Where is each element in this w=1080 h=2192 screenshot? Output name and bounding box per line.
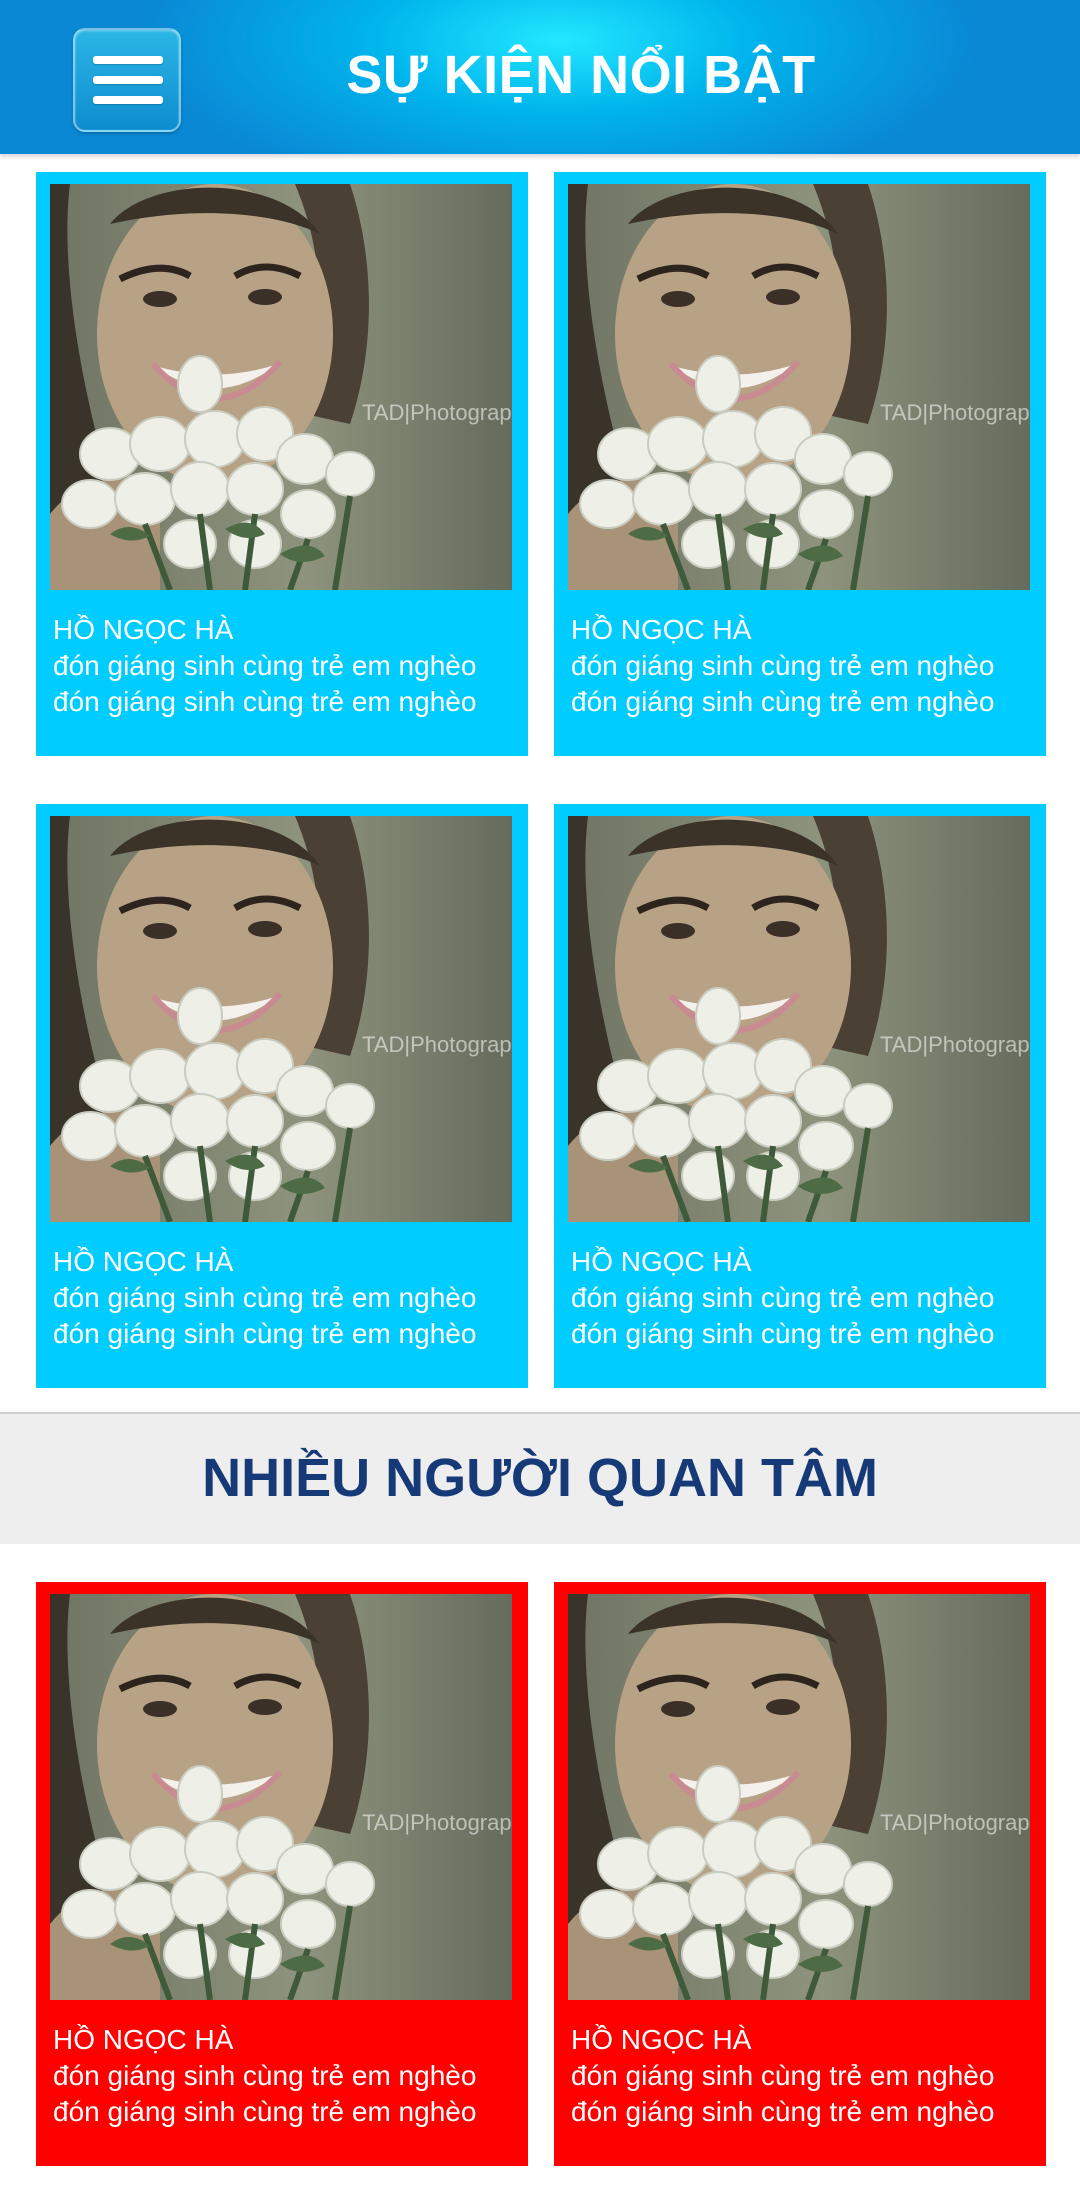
event-description-line: đón giáng sinh cùng trẻ em nghèo: [571, 1282, 995, 1313]
event-description-line: đón giáng sinh cùng trẻ em nghèo: [53, 2096, 477, 2127]
event-name: HỒ NGỌC HÀ: [571, 614, 752, 645]
event-name: HỒ NGỌC HÀ: [53, 2024, 234, 2055]
event-card[interactable]: TAD|Photograp HỒ NGỌC HÀ đón giáng sinh …: [36, 172, 528, 756]
event-card[interactable]: TAD|Photograp HỒ NGỌC HÀ đón giáng sinh …: [554, 804, 1046, 1388]
event-description-line: đón giáng sinh cùng trẻ em nghèo: [53, 686, 477, 717]
app-header: SỰ KIỆN NỔI BẬT: [0, 0, 1080, 154]
event-caption: HỒ NGỌC HÀ đón giáng sinh cùng trẻ em ng…: [53, 612, 513, 720]
section-title: NHIỀU NGƯỜI QUAN TÂM: [202, 1448, 878, 1508]
event-description-line: đón giáng sinh cùng trẻ em nghèo: [571, 2060, 995, 2091]
event-caption: HỒ NGỌC HÀ đón giáng sinh cùng trẻ em ng…: [571, 2022, 1031, 2130]
event-caption: HỒ NGỌC HÀ đón giáng sinh cùng trẻ em ng…: [53, 1244, 513, 1352]
photo-watermark: TAD|Photograp: [362, 400, 512, 425]
event-card[interactable]: TAD|Photograp HỒ NGỌC HÀ đón giáng sinh …: [554, 1582, 1046, 2166]
event-photo: TAD|Photograp: [50, 1594, 512, 2000]
menu-button[interactable]: [73, 28, 181, 132]
section-header: NHIỀU NGƯỜI QUAN TÂM: [0, 1412, 1080, 1544]
event-card[interactable]: TAD|Photograp HỒ NGỌC HÀ đón giáng sinh …: [36, 1582, 528, 2166]
page: SỰ KIỆN NỔI BẬT TAD|Photograp HỒ NGỌC HÀ…: [0, 0, 1080, 2192]
photo-watermark: TAD|Photograp: [362, 1032, 512, 1057]
event-photo: TAD|Photograp: [568, 184, 1030, 590]
event-description-line: đón giáng sinh cùng trẻ em nghèo: [53, 2060, 477, 2091]
photo-watermark: TAD|Photograp: [880, 400, 1030, 425]
event-card[interactable]: TAD|Photograp HỒ NGỌC HÀ đón giáng sinh …: [36, 804, 528, 1388]
event-caption: HỒ NGỌC HÀ đón giáng sinh cùng trẻ em ng…: [53, 2022, 513, 2130]
event-description-line: đón giáng sinh cùng trẻ em nghèo: [571, 2096, 995, 2127]
event-photo: TAD|Photograp: [50, 816, 512, 1222]
event-photo: TAD|Photograp: [568, 816, 1030, 1222]
event-card[interactable]: TAD|Photograp HỒ NGỌC HÀ đón giáng sinh …: [554, 172, 1046, 756]
event-name: HỒ NGỌC HÀ: [571, 2024, 752, 2055]
event-name: HỒ NGỌC HÀ: [53, 614, 234, 645]
event-description-line: đón giáng sinh cùng trẻ em nghèo: [53, 1318, 477, 1349]
event-description-line: đón giáng sinh cùng trẻ em nghèo: [571, 686, 995, 717]
event-photo: TAD|Photograp: [50, 184, 512, 590]
event-caption: HỒ NGỌC HÀ đón giáng sinh cùng trẻ em ng…: [571, 612, 1031, 720]
photo-watermark: TAD|Photograp: [362, 1810, 512, 1835]
event-description-line: đón giáng sinh cùng trẻ em nghèo: [53, 650, 477, 681]
event-name: HỒ NGỌC HÀ: [571, 1246, 752, 1277]
event-description-line: đón giáng sinh cùng trẻ em nghèo: [53, 1282, 477, 1313]
event-description-line: đón giáng sinh cùng trẻ em nghèo: [571, 1318, 995, 1349]
event-photo: TAD|Photograp: [568, 1594, 1030, 2000]
event-caption: HỒ NGỌC HÀ đón giáng sinh cùng trẻ em ng…: [571, 1244, 1031, 1352]
event-name: HỒ NGỌC HÀ: [53, 1246, 234, 1277]
photo-watermark: TAD|Photograp: [880, 1032, 1030, 1057]
page-title: SỰ KIỆN NỔI BẬT: [346, 45, 816, 105]
photo-watermark: TAD|Photograp: [880, 1810, 1030, 1835]
event-description-line: đón giáng sinh cùng trẻ em nghèo: [571, 650, 995, 681]
